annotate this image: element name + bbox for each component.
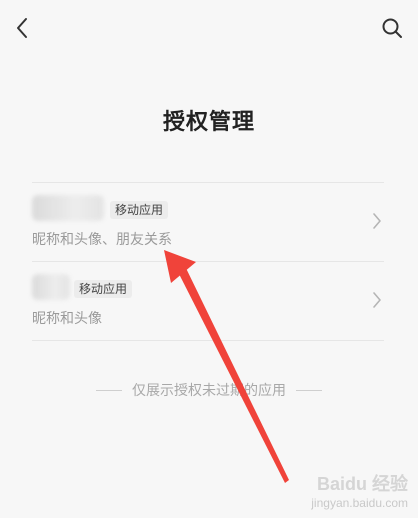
watermark: Baidu 经验 jingyan.baidu.com	[311, 470, 408, 510]
app-name-redacted	[32, 195, 104, 221]
divider	[96, 389, 122, 391]
chevron-right-icon	[373, 213, 381, 229]
divider	[296, 389, 322, 391]
chevron-right-icon	[373, 292, 381, 308]
authorized-app-list: 移动应用 昵称和头像、朋友关系 移动应用 昵称和头像	[32, 182, 384, 341]
watermark-brand: Baidu 经验	[316, 474, 408, 494]
app-name-redacted	[32, 274, 70, 300]
footer-note-text: 仅展示授权未过期的应用	[132, 383, 286, 399]
top-bar	[0, 0, 418, 56]
app-type-badge: 移动应用	[110, 201, 169, 219]
search-button[interactable]	[378, 14, 406, 42]
search-icon	[382, 18, 402, 38]
watermark-site: jingyan.baidu.com	[311, 496, 408, 510]
page-title: 授权管理	[162, 110, 255, 135]
authorization-management-screen: 授权管理 移动应用 昵称和头像、朋友关系 移动应用 昵称和头像 仅展示授权未过期…	[0, 0, 418, 518]
permissions-text: 昵称和头像、朋友关系	[32, 232, 172, 248]
footer-note: 仅展示授权未过期的应用	[0, 380, 418, 400]
list-item[interactable]: 移动应用 昵称和头像、朋友关系	[32, 182, 384, 261]
app-type-badge: 移动应用	[74, 280, 133, 298]
permissions-text: 昵称和头像	[32, 311, 102, 327]
list-item[interactable]: 移动应用 昵称和头像	[32, 261, 384, 341]
back-button[interactable]	[8, 14, 36, 42]
chevron-left-icon	[17, 18, 27, 38]
